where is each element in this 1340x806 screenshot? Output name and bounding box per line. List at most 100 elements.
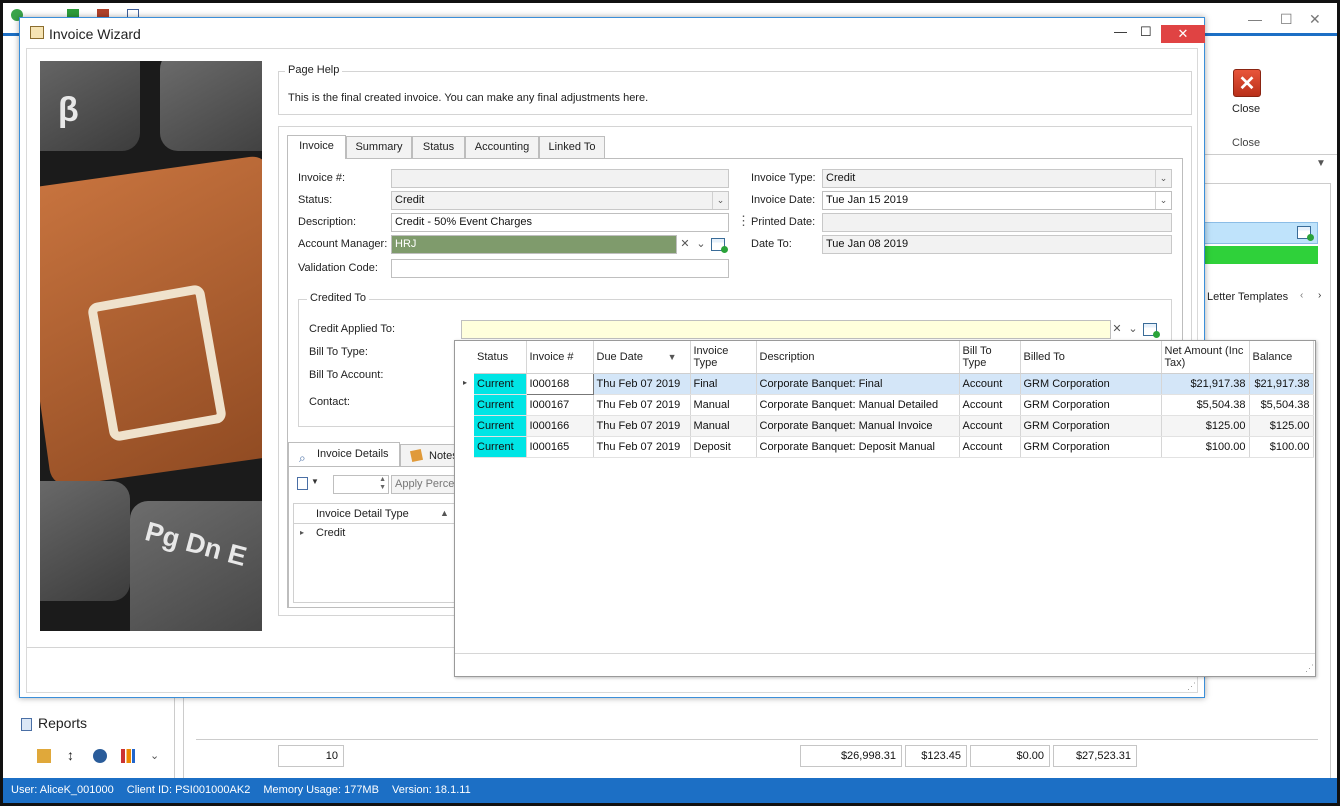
sort-arrows-icon[interactable]: ↕ bbox=[67, 747, 74, 763]
tab-status[interactable]: Status bbox=[412, 136, 465, 159]
invoice-type-cell: Final bbox=[690, 373, 757, 395]
status-client-id: Client ID: PSI001000AK2 bbox=[126, 784, 251, 796]
table-row[interactable]: Current I000165 Thu Feb 07 2019 Deposit … bbox=[474, 436, 1314, 458]
chevron-down-icon[interactable]: ⌄ bbox=[712, 192, 728, 209]
clear-icon[interactable]: ✕ bbox=[677, 236, 693, 253]
close-icon[interactable]: ✕ bbox=[1309, 11, 1321, 28]
invoice-type-select[interactable]: Credit ⌄ bbox=[822, 169, 1172, 188]
description-cell: Corporate Banquet: Manual Invoice bbox=[756, 415, 960, 437]
chevron-down-icon[interactable]: ⌄ bbox=[1155, 170, 1171, 187]
maximize-icon[interactable]: ☐ bbox=[1140, 24, 1152, 40]
validation-code-label: Validation Code: bbox=[298, 262, 378, 274]
printed-date-field[interactable] bbox=[822, 213, 1172, 232]
invoice-no-cell: I000166 bbox=[526, 415, 594, 437]
table-row[interactable]: Current I000168 Thu Feb 07 2019 Final Co… bbox=[474, 372, 1314, 395]
status-cell: Current bbox=[474, 394, 527, 416]
new-document-icon[interactable] bbox=[297, 477, 308, 490]
lookup-grid-icon[interactable] bbox=[1143, 323, 1160, 338]
column-header-billed-to[interactable]: Billed To bbox=[1020, 341, 1162, 374]
contact-label: Contact: bbox=[309, 396, 350, 408]
tab-summary[interactable]: Summary bbox=[346, 136, 412, 159]
status-select[interactable]: Credit ⌄ bbox=[391, 191, 729, 210]
letter-templates-tab[interactable]: Letter Templates bbox=[1207, 291, 1288, 303]
wizard-close-button[interactable]: ✕ bbox=[1161, 25, 1205, 43]
table-row[interactable]: Current I000167 Thu Feb 07 2019 Manual C… bbox=[474, 394, 1314, 416]
spin-down-icon[interactable]: ▼ bbox=[379, 484, 386, 491]
spin-up-icon[interactable]: ▲ bbox=[379, 476, 386, 483]
validation-code-field[interactable] bbox=[391, 259, 729, 278]
column-header-invoice-detail-type[interactable]: Invoice Detail Type bbox=[316, 508, 409, 520]
tab-accounting[interactable]: Accounting bbox=[465, 136, 539, 159]
billed-to-cell: GRM Corporation bbox=[1020, 373, 1162, 395]
tab-scroll-right-icon[interactable]: › bbox=[1318, 290, 1321, 301]
clear-icon[interactable]: ✕ bbox=[1109, 321, 1125, 338]
ribbon-collapse-icon[interactable]: ▼ bbox=[1316, 158, 1326, 169]
invoice-no-cell: I000165 bbox=[526, 436, 594, 458]
wizard-title: Invoice Wizard bbox=[49, 26, 141, 42]
tab-scroll-left-icon[interactable]: ‹ bbox=[1300, 290, 1303, 301]
account-manager-field[interactable]: HRJ bbox=[391, 235, 677, 254]
tab-invoice[interactable]: Invoice bbox=[287, 135, 346, 159]
column-header-due-date[interactable]: Due Date ▼ bbox=[593, 341, 691, 374]
table-row[interactable]: Current I000166 Thu Feb 07 2019 Manual C… bbox=[474, 415, 1314, 437]
maximize-icon[interactable]: ☐ bbox=[1280, 11, 1293, 28]
status-value: Credit bbox=[395, 194, 425, 206]
percent-spinner[interactable]: ▲ ▼ bbox=[333, 475, 389, 494]
column-header-invoice-type[interactable]: Invoice Type bbox=[690, 341, 757, 374]
invoice-type-cell: Manual bbox=[690, 415, 757, 437]
globe-icon[interactable] bbox=[93, 749, 107, 763]
minimize-icon[interactable]: — bbox=[1114, 24, 1127, 39]
column-header-bill-to-type[interactable]: Bill To Type bbox=[959, 341, 1021, 374]
account-manager-label: Account Manager: bbox=[298, 238, 388, 250]
bill-to-type-label: Bill To Type: bbox=[309, 346, 368, 358]
status-cell: Current bbox=[474, 436, 527, 458]
tab-invoice-details[interactable]: ⌕ Invoice Details bbox=[288, 442, 400, 466]
date-to-label: Date To: bbox=[751, 238, 792, 250]
column-header-description[interactable]: Description bbox=[756, 341, 960, 374]
chevron-down-icon[interactable]: ⌄ bbox=[1155, 192, 1171, 209]
tab-linked-to[interactable]: Linked To bbox=[539, 136, 605, 159]
stack-icon[interactable] bbox=[37, 749, 51, 763]
printed-date-label: Printed Date: bbox=[751, 216, 816, 228]
chevron-down-icon[interactable]: ⌄ bbox=[693, 236, 709, 253]
notes-icon bbox=[409, 448, 424, 463]
status-bar: User: AliceK_001000 Client ID: PSI001000… bbox=[3, 778, 1337, 803]
table-header-row: Status Invoice # Due Date ▼ Invoice Type … bbox=[474, 341, 1314, 374]
dropdown-arrow-icon[interactable]: ▼ bbox=[311, 477, 319, 486]
resize-grip-icon[interactable]: ⋰ bbox=[1187, 681, 1196, 692]
column-header-net-amount[interactable]: Net Amount (Inc Tax) bbox=[1161, 341, 1250, 374]
description-field[interactable]: Credit - 50% Event Charges bbox=[391, 213, 729, 232]
highlighted-field[interactable] bbox=[1202, 222, 1318, 244]
ribbon-close-group: ✕ Close Close bbox=[1203, 61, 1337, 155]
resize-grip-icon[interactable]: ⋰ bbox=[1305, 663, 1314, 674]
close-button-icon[interactable]: ✕ bbox=[1233, 69, 1261, 97]
minimize-icon[interactable]: — bbox=[1248, 11, 1262, 27]
credit-applied-combo[interactable] bbox=[461, 320, 1111, 339]
due-date-cell: Thu Feb 07 2019 bbox=[593, 436, 691, 458]
bill-to-type-cell: Account bbox=[959, 373, 1021, 395]
invoice-date-picker[interactable]: Tue Jan 15 2019 ⌄ bbox=[822, 191, 1172, 210]
wizard-app-icon bbox=[30, 26, 44, 39]
chart-icon[interactable] bbox=[121, 749, 135, 763]
reports-nav[interactable]: Reports bbox=[21, 715, 87, 731]
description-cell: Corporate Banquet: Manual Detailed bbox=[756, 394, 960, 416]
sort-descending-icon[interactable]: ▼ bbox=[668, 351, 677, 363]
lookup-grid-icon[interactable] bbox=[711, 238, 728, 253]
chevron-down-icon[interactable]: ⌄ bbox=[1125, 321, 1141, 338]
sort-ascending-icon[interactable]: ▲ bbox=[440, 508, 449, 518]
calculator-icon bbox=[86, 283, 228, 443]
page-help-label: Page Help bbox=[285, 64, 343, 76]
more-chevron-icon[interactable]: ⌄ bbox=[150, 749, 159, 762]
due-date-cell: Thu Feb 07 2019 bbox=[593, 415, 691, 437]
net-amount-cell: $21,917.38 bbox=[1161, 373, 1250, 395]
splitter-handle-icon[interactable]: ⋮ bbox=[737, 213, 750, 229]
close-button-label[interactable]: Close bbox=[1232, 103, 1260, 115]
lookup-grid-icon[interactable] bbox=[1297, 226, 1314, 241]
invoice-no-field[interactable] bbox=[391, 169, 729, 188]
reports-label: Reports bbox=[38, 715, 88, 731]
detail-row-value[interactable]: Credit bbox=[316, 527, 345, 539]
column-header-balance[interactable]: Balance bbox=[1249, 341, 1314, 374]
date-to-field[interactable]: Tue Jan 08 2019 bbox=[822, 235, 1172, 254]
column-header-status[interactable]: Status bbox=[474, 341, 527, 374]
column-header-invoice-no[interactable]: Invoice # bbox=[526, 341, 594, 374]
